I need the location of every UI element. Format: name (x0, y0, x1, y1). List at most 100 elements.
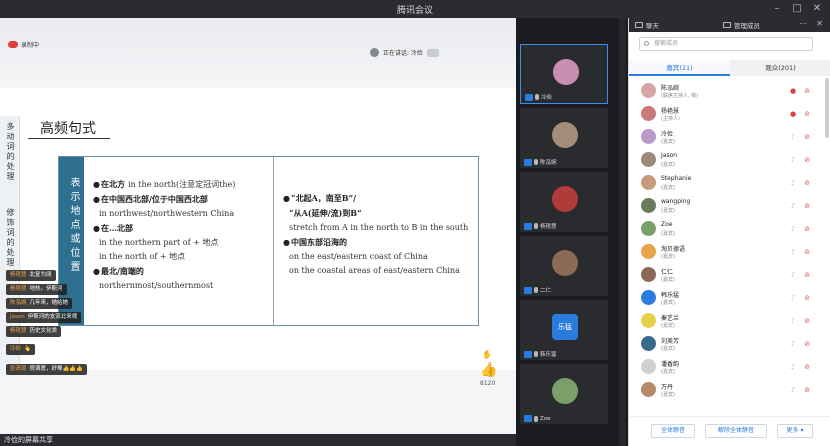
member-list-scrollbar[interactable] (825, 78, 829, 138)
camera-off-icon[interactable]: ⊘ (803, 248, 811, 256)
member-row[interactable]: Zoe (嘉宾) ♪ ⊘ (629, 218, 830, 240)
member-role: (嘉宾) (661, 231, 675, 237)
mic-icon[interactable]: ♪ (789, 225, 797, 233)
camera-off-icon[interactable]: ⊘ (803, 110, 811, 118)
member-row[interactable]: 淘贝德语 (嘉宾) ♪ ⊘ (629, 241, 830, 263)
column-divider (273, 157, 274, 325)
tab-guests[interactable]: 嘉宾(21) (629, 60, 730, 76)
camera-off-icon[interactable]: ⊘ (803, 156, 811, 164)
right-column: “北起A，南至B”/ “从A(延伸/流)到B” stretch from A in … (283, 191, 477, 278)
member-row[interactable]: 冷俭 (嘉宾) ♪ ⊘ (629, 126, 830, 148)
camera-off-icon[interactable]: ⊘ (803, 294, 811, 302)
user-icon (524, 415, 532, 422)
tab-members-label: 管理成员 (734, 22, 760, 30)
member-avatar (641, 313, 656, 328)
participant-tile[interactable]: 冷俭 (520, 44, 608, 104)
minimize-icon[interactable]: – (770, 2, 784, 16)
camera-off-icon[interactable]: ⊘ (803, 179, 811, 187)
camera-off-icon[interactable]: ⊘ (803, 386, 811, 394)
participant-tile[interactable]: 杨艳慧 (520, 172, 608, 232)
member-name: 冷俭 (661, 131, 674, 138)
mic-icon[interactable]: ♪ (789, 363, 797, 371)
participant-tile[interactable]: 二仁 (520, 236, 608, 296)
search-input[interactable]: 搜索成员 (639, 37, 813, 51)
slide-line: in northwest/northwestern China (93, 207, 271, 221)
camera-off-icon[interactable]: ⊘ (803, 202, 811, 210)
tab-members[interactable]: 管理成员 (723, 20, 760, 30)
more-icon[interactable]: ⋯ (799, 19, 807, 28)
recording-indicator[interactable]: 录制中 (8, 40, 39, 49)
member-avatar (641, 290, 656, 305)
camera-off-icon[interactable]: ⊘ (803, 340, 811, 348)
member-avatar (641, 129, 656, 144)
mic-icon[interactable]: ♪ (789, 156, 797, 164)
member-name: 潘香韵 (661, 361, 680, 368)
slide-line: “从A(延伸/流)到B” (283, 206, 477, 221)
mic-icon[interactable]: ♪ (789, 179, 797, 187)
member-name: wangping (661, 198, 691, 205)
mic-icon[interactable]: ♪ (789, 340, 797, 348)
raise-hand-icon[interactable]: ✋ (482, 350, 492, 359)
more-button[interactable]: 更多 ▾ (777, 424, 813, 438)
participant-tile[interactable]: 陈泓婉 (520, 108, 608, 168)
camera-off-icon[interactable]: ⊘ (803, 271, 811, 279)
member-row[interactable]: wangping (嘉宾) ♪ ⊘ (629, 195, 830, 217)
member-row[interactable]: 万丹 (嘉宾) ♪ ⊘ (629, 379, 830, 401)
speaking-indicator: 正在讲话: 冷俭 (370, 48, 439, 57)
participant-avatar (553, 59, 579, 85)
camera-off-icon[interactable]: ⊘ (803, 363, 811, 371)
member-row[interactable]: 仁仁 (嘉宾) ♪ ⊘ (629, 264, 830, 286)
member-name: 杨艳慧 (661, 108, 680, 115)
member-row[interactable]: Stephanie (嘉宾) ♪ ⊘ (629, 172, 830, 194)
slide-line: in the north of + 地点 (93, 250, 271, 264)
mic-icon[interactable]: ♪ (789, 294, 797, 302)
mic-icon[interactable]: ♪ (789, 386, 797, 394)
maximize-icon[interactable]: □ (790, 2, 804, 16)
slide-line-en: in the northern part of + 地点 (99, 238, 219, 247)
member-row[interactable]: Jason (嘉宾) ♪ ⊘ (629, 149, 830, 171)
strip-scrollbar[interactable] (619, 18, 626, 446)
member-row[interactable]: 潘香韵 (嘉宾) ♪ ⊘ (629, 356, 830, 378)
participant-name-tag: 韩乐猛 (524, 350, 557, 358)
chat-sender: 陈泓婉 (10, 300, 27, 306)
mic-icon[interactable]: ♪ (789, 271, 797, 279)
member-avatar (641, 359, 656, 374)
mic-icon[interactable]: ● (789, 87, 797, 95)
speaking-label: 正在讲话: 冷俭 (383, 50, 423, 57)
member-row[interactable]: 韩乐猛 (嘉宾) ♪ ⊘ (629, 287, 830, 309)
speaker-badge-icon (426, 48, 439, 57)
tab-chat[interactable]: 聊天 (635, 20, 659, 30)
participant-tile[interactable]: 乐猛 韩乐猛 (520, 300, 608, 360)
member-name: 仁仁 (661, 269, 674, 276)
member-row[interactable]: 杨艳慧 (主持人) ● ⊘ (629, 103, 830, 125)
user-icon (525, 93, 533, 101)
mute-all-button[interactable]: 全体静音 (651, 424, 695, 438)
mic-icon[interactable]: ♪ (789, 317, 797, 325)
tab-audience[interactable]: 观众(201) (730, 60, 830, 76)
mic-icon[interactable]: ● (789, 110, 797, 118)
thumbs-up-icon[interactable]: 👍 (480, 362, 497, 378)
chat-sender: 杨艳慧 (10, 286, 27, 292)
member-row[interactable]: 刘美芳 (嘉宾) ♪ ⊘ (629, 333, 830, 355)
mic-icon[interactable]: ♪ (789, 248, 797, 256)
members-panel: 聊天 管理成员 ⋯ ✕ 搜索成员 嘉宾(21) 观众(201) 陈泓婉 (联席主持… (628, 18, 830, 446)
panel-close-icon[interactable]: ✕ (816, 19, 823, 28)
close-icon[interactable]: ✕ (810, 2, 824, 16)
member-avatar (641, 106, 656, 121)
camera-off-icon[interactable]: ⊘ (803, 225, 811, 233)
mic-icon[interactable]: ♪ (789, 202, 797, 210)
mic-icon (534, 287, 538, 293)
mic-icon[interactable]: ♪ (789, 133, 797, 141)
slide-line-cn: 在…北部 (100, 223, 133, 233)
camera-off-icon[interactable]: ⊘ (803, 317, 811, 325)
member-role: (嘉宾) (661, 346, 675, 352)
window-title: 腾讯会议 (396, 6, 433, 16)
slide-line-en: on the coastal areas of east/eastern Chi… (289, 266, 460, 275)
camera-off-icon[interactable]: ⊘ (803, 133, 811, 141)
member-row[interactable]: 陈泓婉 (联席主持人, 我) ● ⊘ (629, 80, 830, 102)
camera-off-icon[interactable]: ⊘ (803, 87, 811, 95)
participant-tile[interactable]: Zoe (520, 364, 608, 424)
member-row[interactable]: 秦艺兰 (嘉宾) ♪ ⊘ (629, 310, 830, 332)
unmute-all-button[interactable]: 解除全体静音 (705, 424, 767, 438)
tab-chat-label: 聊天 (646, 22, 659, 30)
